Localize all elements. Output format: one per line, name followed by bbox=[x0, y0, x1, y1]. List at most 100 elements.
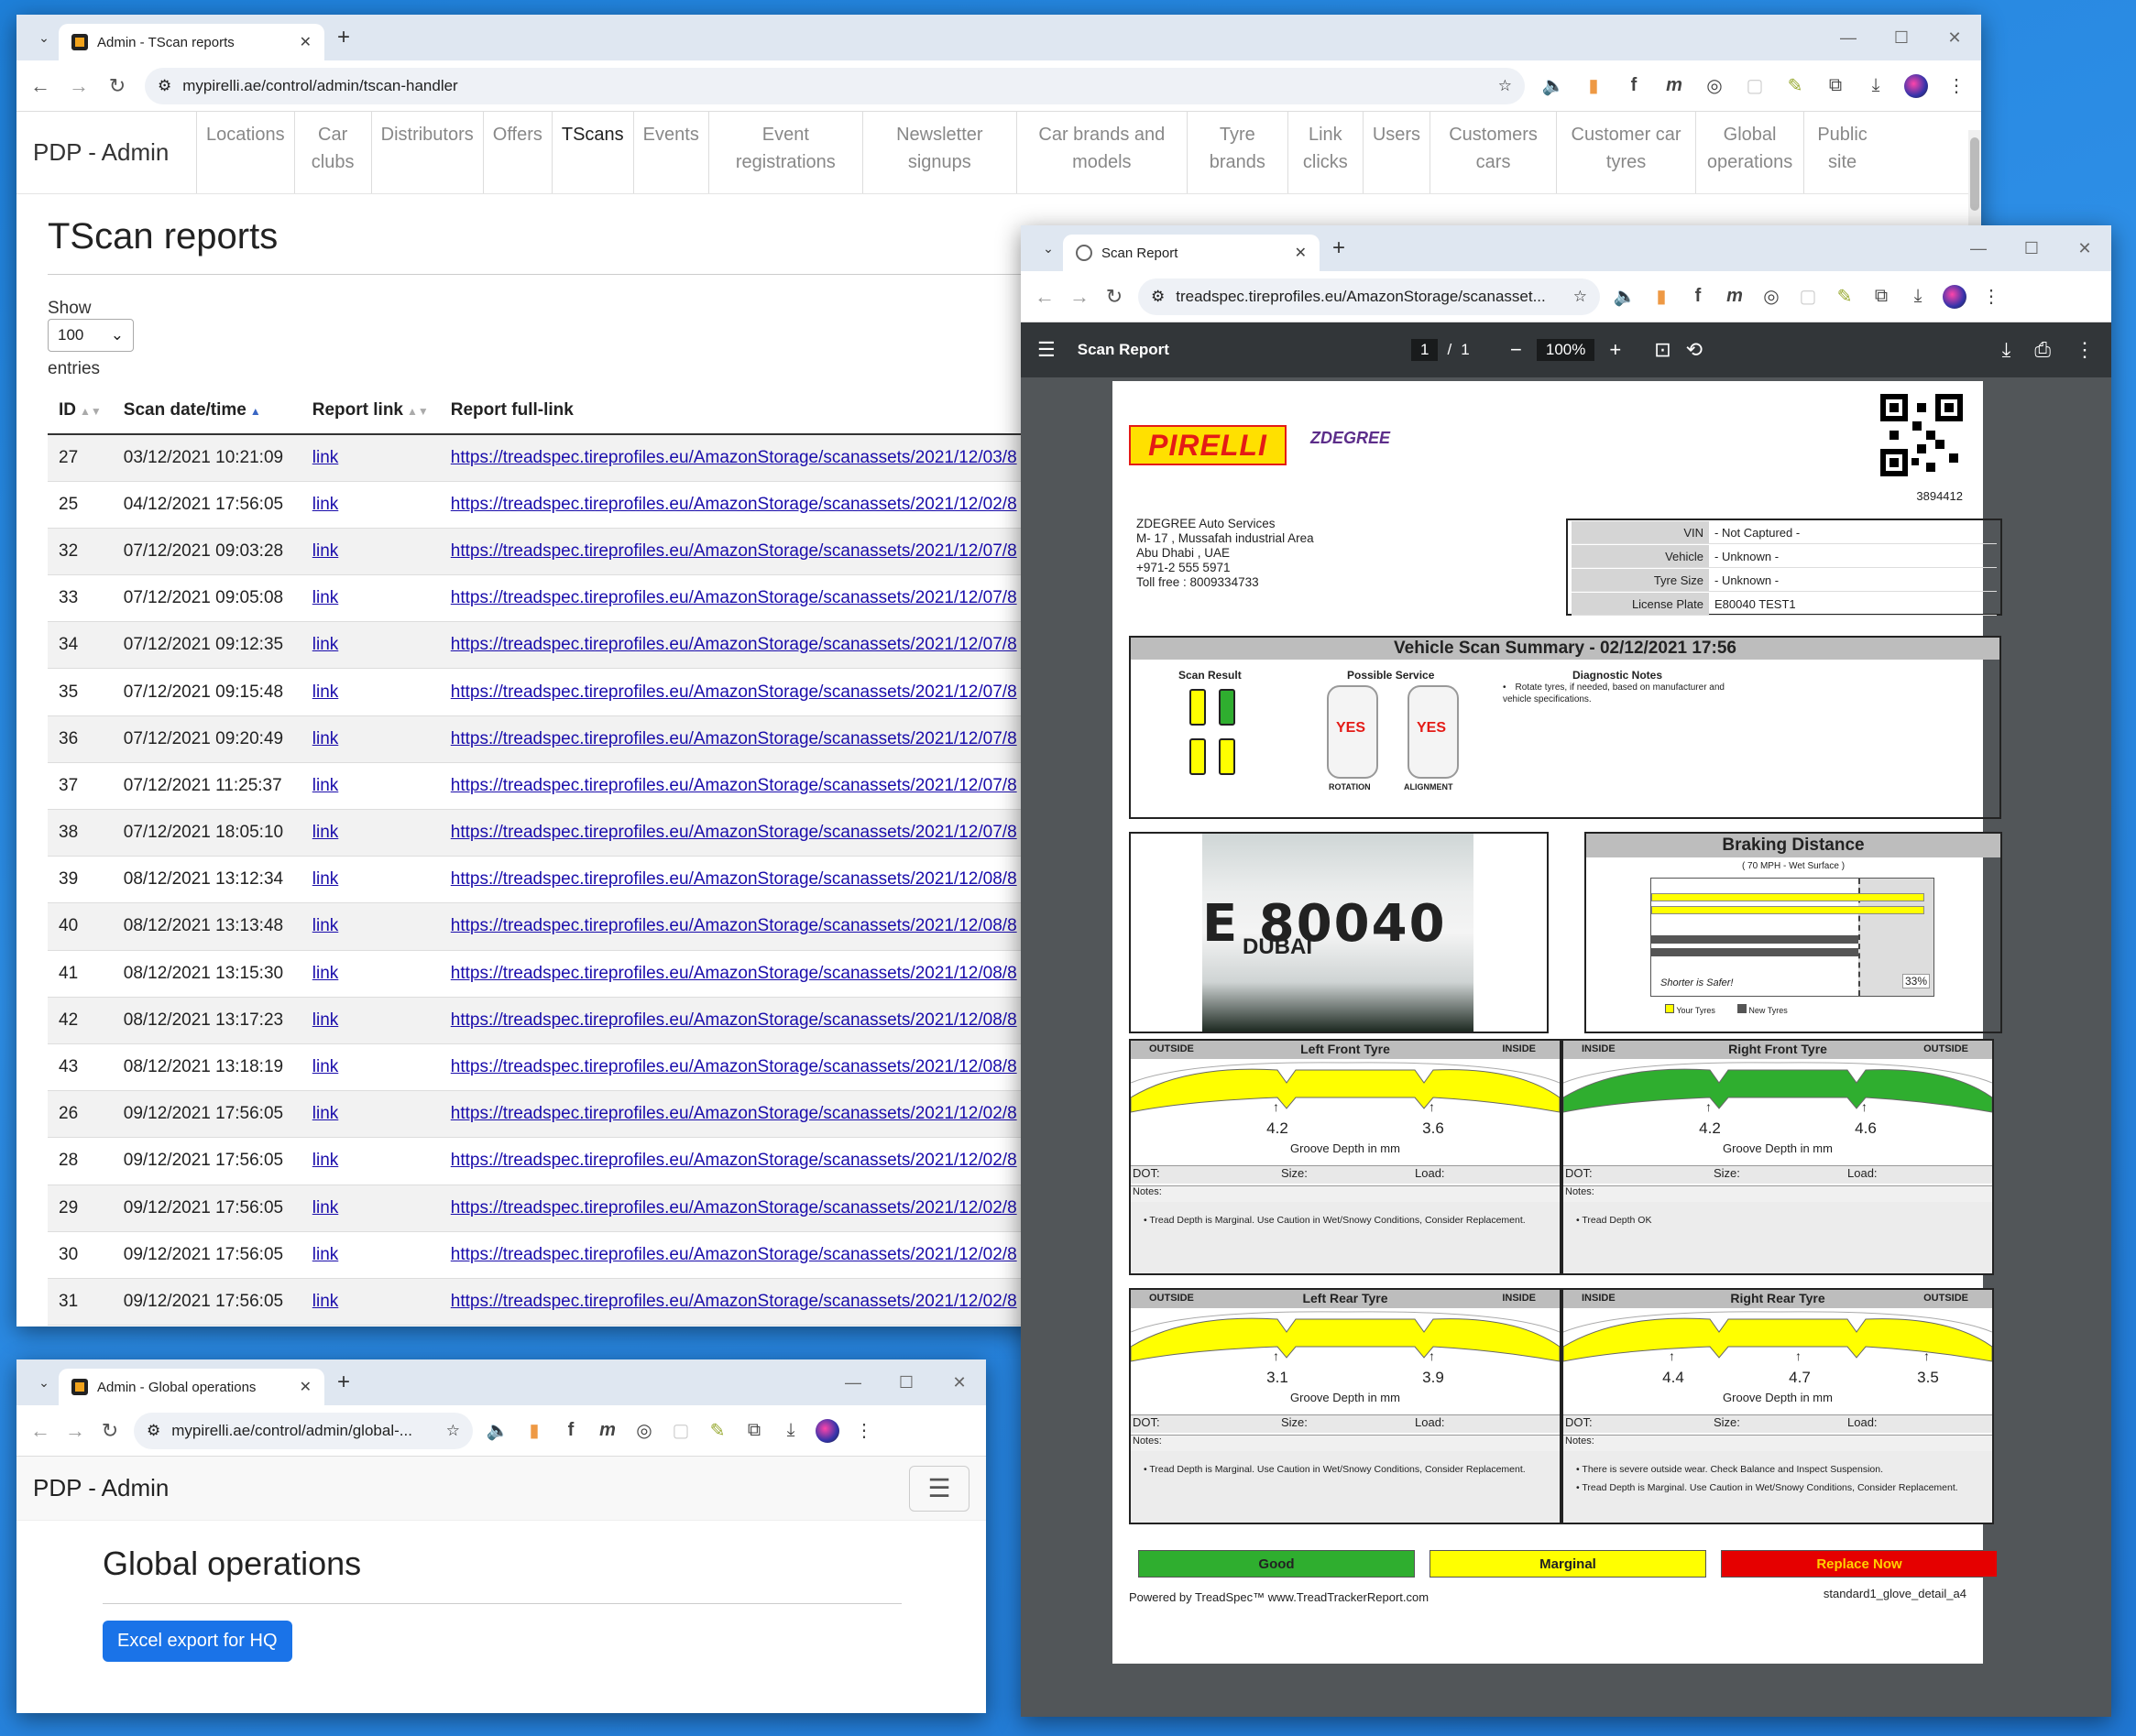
hamburger-menu-icon[interactable]: ☰ bbox=[1037, 338, 1056, 362]
profile-avatar[interactable] bbox=[816, 1418, 839, 1443]
excel-export-button[interactable]: Excel export for HQ bbox=[103, 1621, 292, 1662]
row-link[interactable]: link bbox=[301, 434, 440, 482]
close-window-button[interactable]: ✕ bbox=[2058, 225, 2111, 271]
minimize-button[interactable]: — bbox=[827, 1359, 880, 1405]
color-extension-icon[interactable]: ▮ bbox=[1649, 285, 1673, 308]
row-link[interactable]: link bbox=[301, 668, 440, 716]
more-menu-icon[interactable]: ⋮ bbox=[1944, 74, 1968, 97]
blank-extension-icon[interactable]: ▢ bbox=[1743, 74, 1767, 97]
zoom-out-icon[interactable]: − bbox=[1510, 338, 1522, 362]
blank-extension-icon[interactable]: ▢ bbox=[1796, 285, 1820, 308]
row-link[interactable]: link bbox=[301, 621, 440, 670]
pencil-extension-icon[interactable]: ✎ bbox=[1833, 285, 1857, 308]
bookmark-star-icon[interactable]: ☆ bbox=[446, 1422, 460, 1440]
row-full-link[interactable]: https://treadspec.tireprofiles.eu/Amazon… bbox=[439, 1278, 1026, 1327]
row-full-link[interactable]: https://treadspec.tireprofiles.eu/Amazon… bbox=[439, 997, 1026, 1044]
reload-icon[interactable]: ↻ bbox=[106, 74, 128, 98]
navbar-brand[interactable]: PDP - Admin bbox=[33, 112, 196, 193]
pdf-viewport[interactable]: PIRELLI ZDEGREE 3894412 ZDEGREE Auto Ser… bbox=[1021, 377, 2111, 1717]
row-full-link[interactable]: https://treadspec.tireprofiles.eu/Amazon… bbox=[439, 715, 1026, 763]
m-extension-icon[interactable]: m bbox=[1723, 286, 1747, 307]
row-full-link[interactable]: https://treadspec.tireprofiles.eu/Amazon… bbox=[439, 621, 1026, 670]
row-link[interactable]: link bbox=[301, 762, 440, 811]
row-link[interactable]: link bbox=[301, 809, 440, 857]
tab-global-operations[interactable]: Admin - Global operations ✕ bbox=[59, 1369, 324, 1405]
back-arrow-icon[interactable]: ← bbox=[29, 74, 51, 98]
nav-locations[interactable]: Locations bbox=[196, 112, 294, 193]
close-icon[interactable]: ✕ bbox=[300, 1378, 312, 1396]
row-link[interactable]: link bbox=[301, 715, 440, 763]
row-link[interactable]: link bbox=[301, 997, 440, 1044]
reload-icon[interactable]: ↻ bbox=[1103, 285, 1125, 309]
navbar-brand[interactable]: PDP - Admin bbox=[33, 1474, 169, 1502]
reload-icon[interactable]: ↻ bbox=[99, 1419, 121, 1443]
row-full-link[interactable]: https://treadspec.tireprofiles.eu/Amazon… bbox=[439, 1137, 1026, 1185]
nav-newsletter-signups[interactable]: Newsletter signups bbox=[861, 112, 1016, 193]
download-icon[interactable]: ⤓ bbox=[2002, 338, 2011, 362]
row-full-link[interactable]: https://treadspec.tireprofiles.eu/Amazon… bbox=[439, 1090, 1026, 1139]
profile-avatar[interactable] bbox=[1904, 73, 1928, 98]
tab-search-button[interactable]: ⌄ bbox=[29, 23, 59, 52]
forward-arrow-icon[interactable]: → bbox=[68, 74, 90, 98]
tab-search-button[interactable]: ⌄ bbox=[1034, 234, 1063, 263]
col-link-header[interactable]: Report link ▲▼ bbox=[301, 387, 440, 435]
row-link[interactable]: link bbox=[301, 1231, 440, 1279]
circle-extension-icon[interactable]: ◎ bbox=[1703, 74, 1726, 97]
speaker-icon[interactable]: 🔈 bbox=[1613, 285, 1637, 308]
row-link[interactable]: link bbox=[301, 1185, 440, 1232]
nav-users[interactable]: Users bbox=[1362, 112, 1429, 193]
nav-event-registrations[interactable]: Event registrations bbox=[707, 112, 862, 193]
row-full-link[interactable]: https://treadspec.tireprofiles.eu/Amazon… bbox=[439, 1043, 1026, 1092]
font-extension-icon[interactable]: f bbox=[1686, 286, 1710, 307]
download-icon[interactable]: ⤓ bbox=[1864, 75, 1888, 96]
row-full-link[interactable]: https://treadspec.tireprofiles.eu/Amazon… bbox=[439, 481, 1026, 529]
fit-page-icon[interactable]: ⊡ bbox=[1654, 338, 1670, 362]
tab-scan-report[interactable]: Scan Report ✕ bbox=[1063, 235, 1320, 271]
more-menu-icon[interactable]: ⋮ bbox=[1979, 285, 2003, 308]
bookmark-star-icon[interactable]: ☆ bbox=[1498, 77, 1512, 95]
row-full-link[interactable]: https://treadspec.tireprofiles.eu/Amazon… bbox=[439, 856, 1026, 904]
forward-arrow-icon[interactable]: → bbox=[64, 1419, 86, 1443]
col-fulllink-header[interactable]: Report full-link bbox=[439, 387, 1026, 435]
font-extension-icon[interactable]: f bbox=[559, 1420, 583, 1441]
m-extension-icon[interactable]: m bbox=[596, 1420, 619, 1441]
row-full-link[interactable]: https://treadspec.tireprofiles.eu/Amazon… bbox=[439, 1231, 1026, 1279]
new-tab-button[interactable]: + bbox=[337, 1370, 350, 1395]
forward-arrow-icon[interactable]: → bbox=[1068, 285, 1090, 309]
nav-tscans[interactable]: TScans bbox=[551, 112, 633, 193]
nav-car-brands-models[interactable]: Car brands and models bbox=[1015, 112, 1187, 193]
minimize-button[interactable]: — bbox=[1952, 225, 2005, 271]
row-full-link[interactable]: https://treadspec.tireprofiles.eu/Amazon… bbox=[439, 434, 1026, 482]
row-full-link[interactable]: https://treadspec.tireprofiles.eu/Amazon… bbox=[439, 574, 1026, 623]
nav-customers-cars[interactable]: Customers cars bbox=[1429, 112, 1556, 193]
row-link[interactable]: link bbox=[301, 1090, 440, 1139]
circle-extension-icon[interactable]: ◎ bbox=[1759, 285, 1783, 308]
more-menu-icon[interactable]: ⋮ bbox=[2075, 338, 2095, 362]
print-icon[interactable]: ⎙ bbox=[2034, 338, 2051, 362]
minimize-button[interactable]: — bbox=[1822, 15, 1875, 60]
maximize-button[interactable]: ☐ bbox=[1875, 15, 1928, 60]
row-link[interactable]: link bbox=[301, 528, 440, 576]
tab-tscan-reports[interactable]: Admin - TScan reports ✕ bbox=[59, 24, 324, 60]
rotate-icon[interactable]: ⟲ bbox=[1686, 338, 1703, 362]
row-link[interactable]: link bbox=[301, 574, 440, 623]
color-extension-icon[interactable]: ▮ bbox=[522, 1419, 546, 1442]
row-full-link[interactable]: https://treadspec.tireprofiles.eu/Amazon… bbox=[439, 902, 1026, 951]
nav-link-clicks[interactable]: Link clicks bbox=[1287, 112, 1363, 193]
m-extension-icon[interactable]: m bbox=[1662, 75, 1686, 96]
address-bar[interactable]: ⚙ mypirelli.ae/control/admin/tscan-handl… bbox=[145, 67, 1525, 104]
profile-avatar[interactable] bbox=[1943, 284, 1966, 309]
scrollbar-thumb[interactable] bbox=[1970, 137, 1979, 211]
row-link[interactable]: link bbox=[301, 481, 440, 529]
back-arrow-icon[interactable]: ← bbox=[29, 1419, 51, 1443]
close-icon[interactable]: ✕ bbox=[300, 33, 312, 51]
font-extension-icon[interactable]: f bbox=[1622, 75, 1646, 96]
nav-tyre-brands[interactable]: Tyre brands bbox=[1186, 112, 1287, 193]
bookmark-star-icon[interactable]: ☆ bbox=[1573, 288, 1587, 306]
row-link[interactable]: link bbox=[301, 1278, 440, 1327]
nav-public-site[interactable]: Public site bbox=[1803, 112, 1880, 193]
entries-select[interactable]: 100 ⌄ bbox=[48, 319, 134, 352]
puzzle-extensions-icon[interactable]: ⧉ bbox=[1869, 286, 1893, 307]
row-link[interactable]: link bbox=[301, 1043, 440, 1092]
circle-extension-icon[interactable]: ◎ bbox=[632, 1419, 656, 1442]
